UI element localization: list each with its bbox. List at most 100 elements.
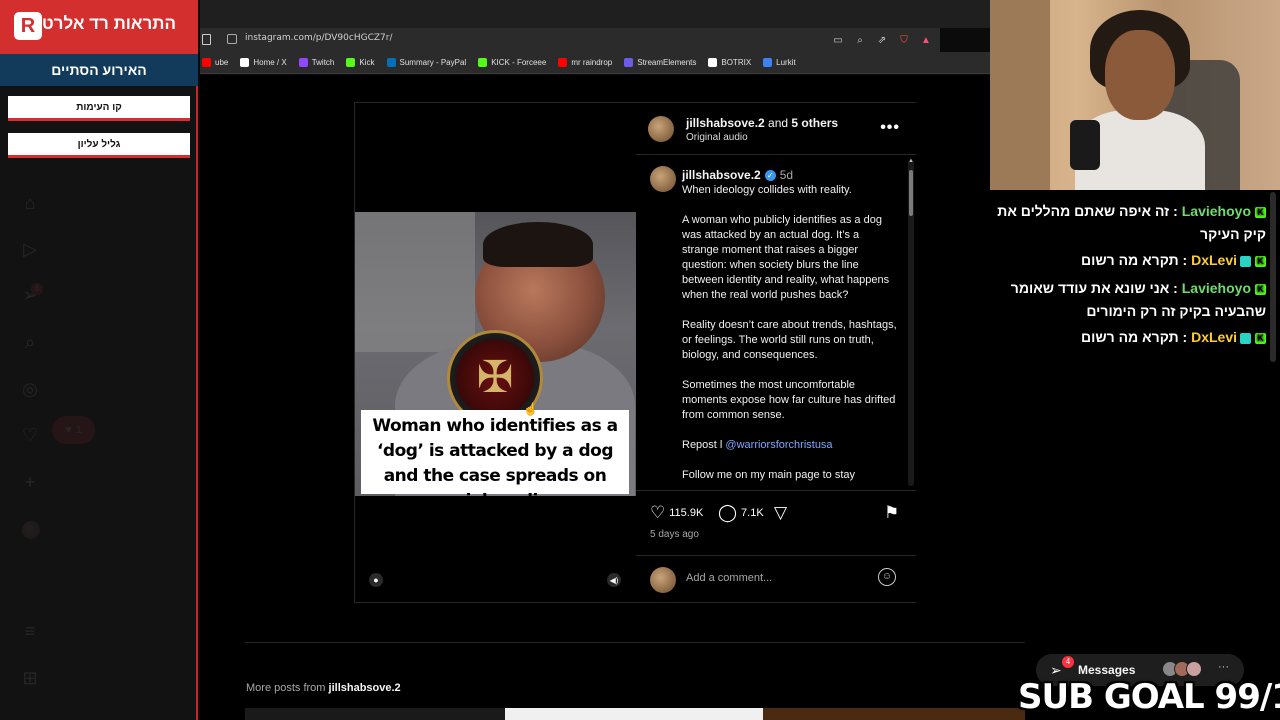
- kick-badge-icon: K: [1255, 255, 1266, 267]
- alert-status-bar: האירוע הסתיים: [0, 54, 198, 86]
- chat-username[interactable]: Laviehoyo: [1182, 280, 1251, 296]
- cast-icon[interactable]: ▭: [832, 34, 844, 46]
- caption-text: When ideology collides with reality. A w…: [682, 183, 898, 490]
- video-frame[interactable]: ✠ Woman who identifies as a ‘dog’ is att…: [355, 212, 636, 496]
- bookmark-item[interactable]: ube: [202, 58, 228, 67]
- more-posts-thumbnails[interactable]: [245, 708, 1025, 720]
- browser-tab-strip: [200, 0, 990, 28]
- send-icon[interactable]: ▽: [774, 503, 787, 523]
- bookmark-item[interactable]: Summary - PayPal: [386, 58, 467, 67]
- repost-mention-link[interactable]: @warriorsforchristusa: [725, 439, 832, 451]
- thumbnail[interactable]: [763, 708, 1025, 720]
- chat-text: תקרא מה רשום: [1081, 329, 1179, 345]
- bookmark-label: ube: [215, 58, 229, 67]
- add-comment-input[interactable]: Add a comment...: [686, 572, 772, 584]
- repost-line: Repost l @warriorsforchristusa: [682, 438, 898, 453]
- post-header-names[interactable]: jillshabsove.2 and 5 others: [686, 116, 838, 130]
- verified-badge-icon: ✓: [764, 170, 776, 182]
- add-comment-row[interactable]: Add a comment... ☺: [636, 555, 916, 602]
- bookmark-favicon-icon: [478, 58, 488, 67]
- chat-scrollbar[interactable]: [1270, 192, 1276, 362]
- address-actions: ▭ ⌕ ⇗ ⛉ ▲: [832, 28, 940, 52]
- bookmark-label: StreamElements: [637, 58, 697, 67]
- thumbnail[interactable]: [505, 708, 763, 720]
- more-posts-user-link[interactable]: jillshabsove.2: [329, 682, 401, 694]
- bookmark-label: Kick: [359, 58, 375, 67]
- share-icon[interactable]: ⇗: [876, 34, 888, 46]
- bookmark-favicon-icon: [624, 58, 634, 67]
- bookmark-item[interactable]: Home / X: [240, 58, 287, 67]
- extension-icon[interactable]: ▲: [920, 34, 932, 46]
- bookmark-item[interactable]: StreamElements: [624, 58, 696, 67]
- address-bar[interactable]: instagram.com/p/DV90cHGCZ7r/ ▭ ⌕ ⇗ ⛉ ▲: [200, 28, 940, 52]
- video-caption: Woman who identifies as a ‘dog’ is attac…: [361, 410, 629, 496]
- emoji-icon[interactable]: ☺: [878, 568, 896, 586]
- comments-count[interactable]: 7.1K: [741, 507, 764, 519]
- mouse-cursor-icon: ☝: [523, 402, 538, 416]
- subscriber-badge-icon: [1240, 255, 1251, 267]
- screen: instagram.com/p/DV90cHGCZ7r/ ▭ ⌕ ⇗ ⛉ ▲ u…: [0, 0, 1280, 720]
- likes-count[interactable]: 115.9K: [669, 507, 703, 519]
- bookmark-item[interactable]: Kick: [346, 58, 375, 67]
- webcam-streamer-face: [1105, 30, 1175, 120]
- author-username[interactable]: jillshabsove.2: [682, 168, 761, 182]
- caption-paragraph: When ideology collides with reality.: [682, 184, 852, 196]
- url-text[interactable]: instagram.com/p/DV90cHGCZ7r/: [245, 33, 392, 43]
- scroll-up-icon[interactable]: ▲: [908, 158, 914, 164]
- bookmark-icon[interactable]: ⚑: [884, 503, 899, 523]
- chat-username[interactable]: Laviehoyo: [1182, 203, 1251, 219]
- header-username[interactable]: jillshabsove.2: [686, 116, 765, 130]
- audio-label[interactable]: Original audio: [686, 132, 748, 143]
- alert-area-button[interactable]: גליל עליון: [8, 133, 190, 158]
- site-info-icon[interactable]: [227, 34, 237, 44]
- alert-title-bar: R התראות רד אלרט: [0, 0, 198, 54]
- bookmark-item[interactable]: KICK - Forceee: [478, 58, 546, 67]
- alert-title: התראות רד אלרט: [41, 14, 176, 33]
- chat-username[interactable]: DxLevi: [1191, 252, 1237, 268]
- more-icon: ···: [1218, 661, 1229, 673]
- bookmark-label: Summary - PayPal: [399, 58, 467, 67]
- bookmark-label: BOTRIX: [721, 58, 752, 67]
- header-others[interactable]: 5 others: [791, 116, 838, 130]
- days-ago: 5 days ago: [650, 529, 699, 540]
- chat-username[interactable]: DxLevi: [1191, 329, 1237, 345]
- heart-icon[interactable]: ♡: [650, 503, 665, 523]
- stream-chat: KLaviehoyo : זה איפה שאתם מהללים את קיק …: [990, 192, 1270, 652]
- viewer-avatar: [650, 567, 676, 593]
- like-button[interactable]: ♡ 115.9K: [650, 503, 703, 523]
- more-options-icon[interactable]: •••: [880, 119, 900, 137]
- caption-scroll-thumb[interactable]: [909, 170, 913, 216]
- alert-area-button[interactable]: קו העימות: [8, 96, 190, 121]
- zoom-icon[interactable]: ⌕: [854, 34, 866, 46]
- post-actions: ♡ 115.9K ◯ 7.1K ▽ ⚑ 5 days ago: [636, 490, 916, 550]
- thumbnail[interactable]: [245, 708, 505, 720]
- bookmark-item[interactable]: mr raindrop: [558, 58, 612, 67]
- post-age: 5d: [779, 168, 794, 182]
- author-avatar[interactable]: [650, 166, 676, 192]
- chat-message: KDxLevi : תקרא מה רשום: [990, 249, 1266, 272]
- microphone: [1070, 120, 1100, 170]
- comment-icon[interactable]: ◯: [718, 503, 737, 523]
- comment-button[interactable]: ◯ 7.1K: [718, 503, 764, 523]
- share-button[interactable]: ▽: [774, 503, 787, 523]
- author-line: jillshabsove.2 ✓ 5d: [682, 168, 793, 182]
- brave-shield-icon[interactable]: ⛉: [898, 34, 910, 46]
- webcam-wall: [990, 0, 1050, 190]
- mute-button[interactable]: ◀): [607, 573, 621, 587]
- post-media[interactable]: ✠ Woman who identifies as a ‘dog’ is att…: [355, 103, 636, 602]
- sidebar-toggle-icon[interactable]: [202, 34, 211, 45]
- bookmark-favicon-icon: [386, 58, 396, 67]
- bookmark-item[interactable]: BOTRIX: [708, 58, 751, 67]
- video-person-hair: [483, 222, 593, 267]
- caption-paragraph: Reality doesn’t care about trends, hasht…: [682, 319, 897, 361]
- header-and: and: [768, 116, 789, 130]
- bookmark-item[interactable]: Lurkit: [763, 58, 796, 67]
- bookmark-favicon-icon: [346, 58, 356, 67]
- tagged-people-button[interactable]: ●: [369, 573, 383, 587]
- follow-line: Follow me on my main page to stay: [682, 469, 856, 481]
- chat-message: KLaviehoyo : זה איפה שאתם מהללים את קיק …: [997, 203, 1266, 242]
- bookmark-item[interactable]: Twitch: [298, 58, 334, 67]
- save-button[interactable]: ⚑: [884, 503, 899, 523]
- poster-avatar[interactable]: [648, 116, 674, 142]
- kick-badge-icon: K: [1255, 332, 1266, 344]
